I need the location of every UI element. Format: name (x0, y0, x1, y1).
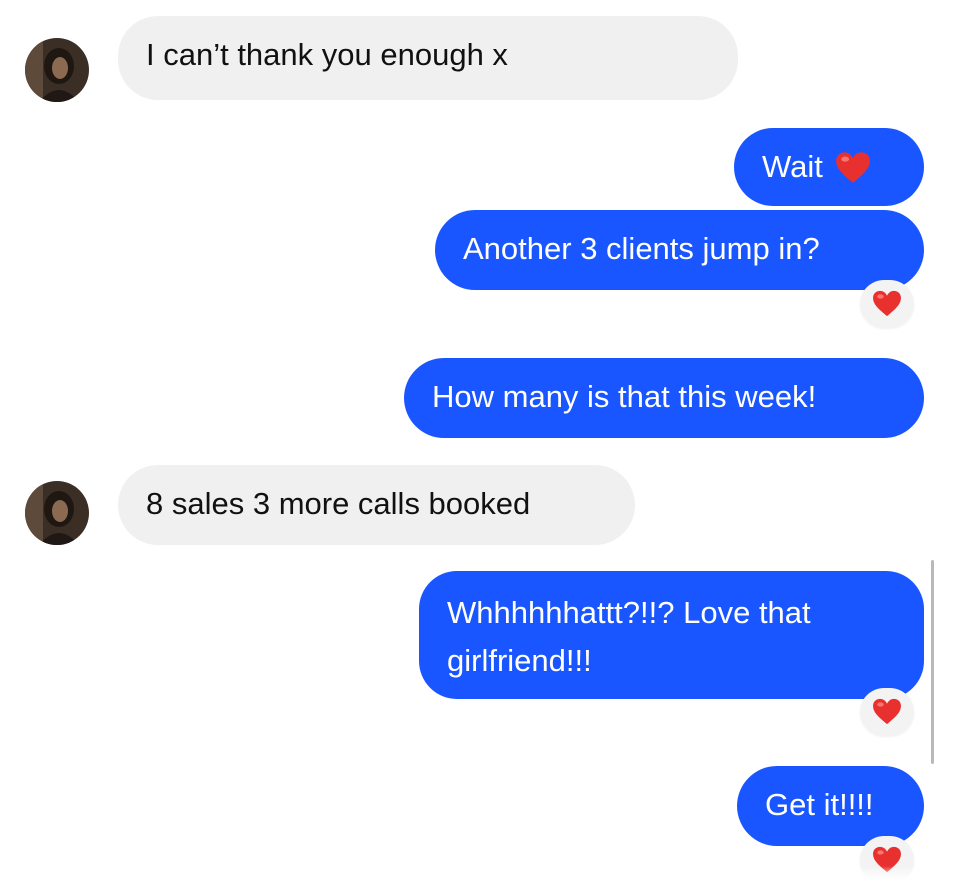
message-bubble-incoming[interactable]: I can’t thank you enough x (118, 16, 738, 100)
message-text: I can’t thank you enough x (146, 37, 508, 72)
scrollbar[interactable] (931, 560, 934, 764)
message-text: How many is that this week! (432, 379, 817, 414)
heart-reaction[interactable] (860, 688, 914, 736)
chat-thread: I can’t thank you enough x Wait Another … (0, 0, 958, 886)
message-bubble-outgoing[interactable]: Get it!!!! (737, 766, 924, 846)
bottom-fade (0, 866, 958, 886)
message-text: Whhhhhhattt?!!? Love that girlfriend!!! (447, 595, 811, 678)
message-bubble-outgoing[interactable]: Whhhhhhattt?!!? Love that girlfriend!!! (419, 571, 924, 699)
message-text: Get it!!!! (765, 787, 874, 822)
contact-avatar[interactable] (25, 38, 89, 102)
contact-avatar[interactable] (25, 481, 89, 545)
heart-icon (873, 698, 901, 725)
heart-icon (873, 290, 901, 317)
heart-reaction[interactable] (860, 280, 914, 328)
message-text: Wait (762, 149, 823, 184)
message-bubble-incoming[interactable]: 8 sales 3 more calls booked (118, 465, 635, 545)
message-bubble-outgoing[interactable]: Another 3 clients jump in? (435, 210, 924, 290)
message-bubble-outgoing[interactable]: Wait (734, 128, 924, 206)
message-text: 8 sales 3 more calls booked (146, 486, 531, 521)
message-bubble-outgoing[interactable]: How many is that this week! (404, 358, 924, 438)
message-text: Another 3 clients jump in? (463, 231, 820, 266)
heart-emoji-icon (835, 151, 871, 195)
